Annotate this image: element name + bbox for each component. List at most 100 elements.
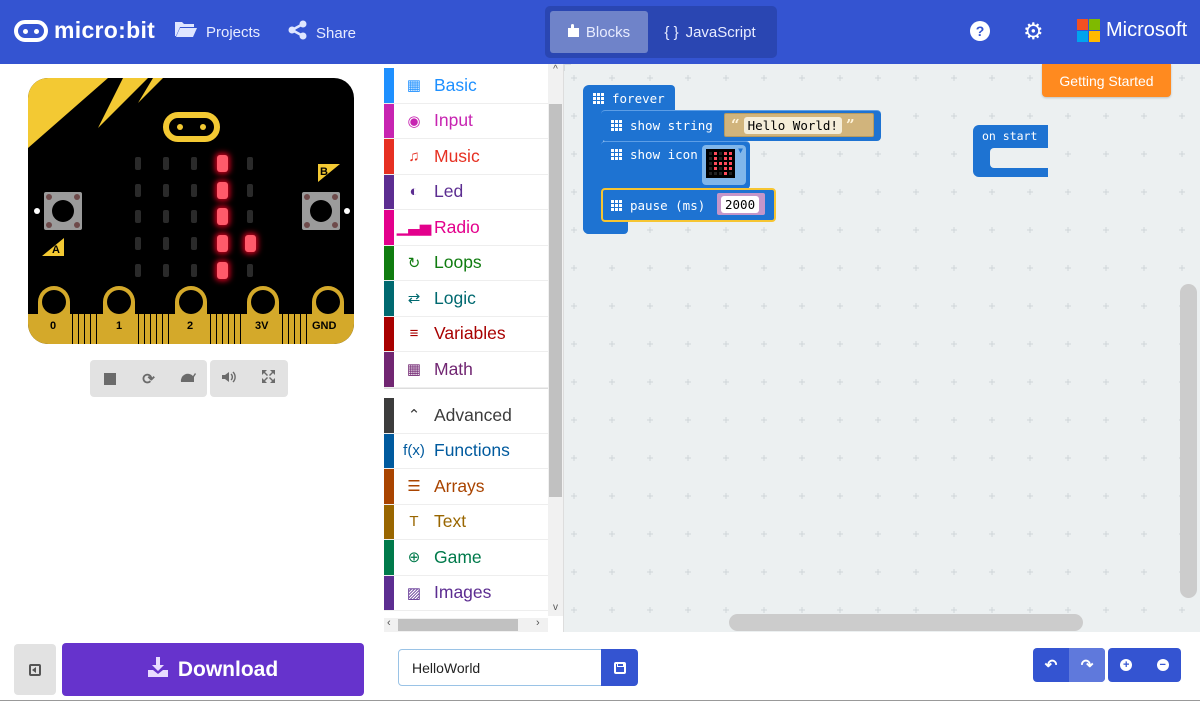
grid-plus [571, 227, 577, 233]
category-loops[interactable]: ↻ Loops [384, 245, 548, 281]
grid-plus [1027, 455, 1033, 461]
workspace-horizontal-scrollbar[interactable] [729, 614, 1083, 631]
grid-plus [799, 607, 805, 613]
grid-plus [875, 75, 881, 81]
braces-icon: { } [664, 23, 679, 41]
undo-button[interactable]: ↶ [1033, 648, 1069, 682]
target-icon: ◉ [407, 112, 421, 130]
grid-icon: ▦ [406, 77, 422, 95]
category-variables[interactable]: ≡ Variables [384, 316, 548, 352]
grid-plus [837, 227, 843, 233]
grid-plus [1179, 113, 1185, 119]
share-button[interactable]: Share [288, 20, 356, 46]
grid-plus [723, 379, 729, 385]
category-logic[interactable]: ⇄ Logic [384, 281, 548, 317]
icon-led [714, 162, 717, 165]
toolbox-horizontal-scrollbar[interactable]: ‹ › [384, 617, 548, 632]
toolbox-hscroll-thumb[interactable] [398, 619, 518, 631]
pin-label: 3V [255, 320, 269, 332]
button-a[interactable] [44, 192, 82, 230]
category-list: ▦ Basic ◉ Input ♫ Music ◐ Led ▁▃▅ Radio ↻ Loops ⇄ Log… [384, 68, 548, 388]
pin-label: 0 [50, 320, 57, 332]
icon-led [724, 167, 727, 170]
category-math[interactable]: ▦ Math [384, 352, 548, 388]
microsoft-logo[interactable]: Microsoft [1077, 19, 1187, 42]
stop-button[interactable] [90, 372, 129, 385]
grid-plus [913, 379, 919, 385]
scroll-down-arrow[interactable]: v [548, 602, 563, 613]
grid-plus [837, 379, 843, 385]
icon-led [719, 172, 722, 175]
toggle-simulator-button[interactable] [14, 644, 56, 695]
getting-started-button[interactable]: Getting Started [1042, 64, 1171, 97]
category-color-bar [384, 575, 394, 610]
pause-ms-value[interactable]: 2000 [721, 195, 760, 213]
grid-plus [761, 493, 767, 499]
grid-plus [913, 531, 919, 537]
advanced-category-list: ⌃ Advanced f(x) Functions ☰ Arrays T Text ⊕ Game ▨… [384, 398, 548, 611]
fullscreen-button[interactable] [249, 370, 288, 387]
category-images[interactable]: ▨ Images [384, 575, 548, 611]
grid-plus [609, 607, 615, 613]
chevron-up-icon: ⌃ [407, 407, 421, 425]
category-color-bar [384, 469, 394, 504]
category-radio[interactable]: ▁▃▅ Radio [384, 210, 548, 246]
fullscreen-icon [262, 370, 275, 387]
blocks-workspace[interactable]: Getting Started forever show string “ He… [564, 64, 1200, 632]
toolbox-scroll-thumb[interactable] [549, 104, 562, 497]
category-game[interactable]: ⊕ Game [384, 540, 548, 576]
grid-plus [875, 189, 881, 195]
workspace-vertical-scrollbar[interactable] [1180, 284, 1197, 598]
top-menu-bar: micro:bit Projects Share Blocks { } Java… [0, 0, 1200, 64]
button-b[interactable] [302, 192, 340, 230]
scroll-up-arrow[interactable]: ^ [548, 64, 563, 75]
toolbox-vertical-scrollbar[interactable]: ^ v [548, 64, 563, 616]
settings-button[interactable]: ⚙ [1023, 19, 1044, 43]
icon-led [724, 162, 727, 165]
zoom-in-button[interactable]: + [1108, 648, 1145, 682]
save-button[interactable] [601, 649, 638, 686]
grid-plus [837, 531, 843, 537]
grid-plus [1103, 493, 1109, 499]
microsoft-logo-icon [1077, 19, 1100, 42]
microbit-logo-icon [14, 19, 48, 42]
string-value[interactable]: Hello World! [743, 116, 842, 134]
quote-close-icon: ” [845, 116, 855, 134]
category-label: Input [434, 110, 473, 131]
grid-plus [1065, 227, 1071, 233]
icon-led [724, 172, 727, 175]
category-led[interactable]: ◐ Led [384, 174, 548, 210]
project-name-input[interactable] [398, 649, 602, 686]
grid-plus [951, 455, 957, 461]
download-button[interactable]: Download [62, 643, 364, 696]
help-button[interactable]: ? [970, 21, 990, 41]
scroll-left-arrow[interactable]: ‹ [387, 617, 391, 629]
mute-button[interactable] [210, 370, 249, 387]
category-functions[interactable]: f(x) Functions [384, 433, 548, 469]
redo-button[interactable]: ↷ [1069, 648, 1105, 682]
led-1-0 [135, 183, 141, 197]
restart-button[interactable]: ⟳ [129, 370, 168, 388]
microbit-logo[interactable]: micro:bit [14, 17, 155, 44]
icon-picker-dropdown[interactable]: ▼ [702, 145, 746, 185]
category-input[interactable]: ◉ Input [384, 103, 548, 139]
category-arrays[interactable]: ☰ Arrays [384, 469, 548, 505]
category-color-bar [384, 504, 394, 539]
slow-mo-button[interactable] [168, 370, 207, 387]
pause-ms-input[interactable]: 2000 [717, 193, 765, 215]
scroll-right-arrow[interactable]: › [536, 617, 540, 629]
editor-mode-toggle: Blocks { } JavaScript [545, 6, 777, 58]
tab-blocks[interactable]: Blocks [550, 11, 648, 53]
category-music[interactable]: ♫ Music [384, 139, 548, 175]
category-advanced[interactable]: ⌃ Advanced [384, 398, 548, 434]
grid-plus [1065, 341, 1071, 347]
tab-javascript[interactable]: { } JavaScript [648, 11, 772, 53]
category-text[interactable]: T Text [384, 504, 548, 540]
led-1-3 [216, 181, 228, 199]
gear-icon: ⚙ [1023, 18, 1044, 44]
zoom-out-button[interactable]: − [1145, 648, 1182, 682]
projects-button[interactable]: Projects [174, 20, 260, 44]
string-input[interactable]: “ Hello World! ” [724, 113, 874, 137]
category-basic[interactable]: ▦ Basic [384, 68, 548, 104]
grid-plus [1141, 227, 1147, 233]
